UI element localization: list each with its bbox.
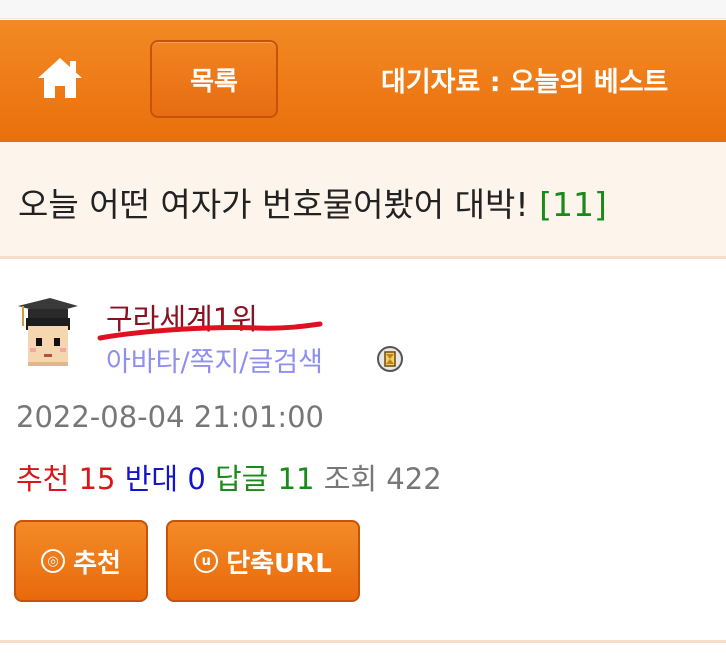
queue-link[interactable]: 대기자료 : 오늘의 베스트 [381,60,668,99]
recommend-label: 추천 [16,462,70,496]
top-navbar: 목록 대기자료 : 오늘의 베스트 [0,20,726,142]
list-button[interactable]: 목록 [150,40,278,118]
view-count: 422 [386,462,442,496]
section-divider [0,640,726,643]
recommend-circle-icon: ◎ [41,549,66,573]
reply-label: 답글 [214,462,269,496]
comment-count[interactable]: [11] [539,185,607,224]
post-date: 2022-08-04 21:01:00 [16,400,324,434]
post-title-bar: 오늘 어떤 여자가 번호물어봤어 대박! [11] [0,142,726,259]
list-button-label: 목록 [190,66,238,97]
recommend-button-label: 추천 [73,548,121,579]
view-label: 조회 [323,462,378,496]
author-links[interactable]: 아바타/쪽지/글검색 [106,340,323,379]
graduate-avatar-icon[interactable] [16,296,80,372]
short-url-button[interactable]: u 단축URL [166,520,360,602]
top-strip [0,0,726,19]
recommend-button[interactable]: ◎ 추천 [14,520,148,602]
short-url-button-label: 단축URL [226,548,332,579]
hourglass-badge-icon [375,344,405,374]
oppose-label: 반대 [124,462,179,496]
home-button[interactable] [32,50,88,106]
url-circle-icon: u [194,549,219,573]
oppose-count: 0 [187,462,206,496]
page: 목록 대기자료 : 오늘의 베스트 오늘 어떤 여자가 번호물어봤어 대박! [… [0,0,726,658]
post-stats: 추천 15 반대 0 답글 11 조회 422 [16,456,442,498]
post-title: 오늘 어떤 여자가 번호물어봤어 대박! [11] [18,178,607,226]
reply-count: 11 [277,462,315,496]
recommend-count: 15 [78,462,116,496]
home-icon [38,58,82,98]
post-title-text: 오늘 어떤 여자가 번호물어봤어 대박! [18,185,529,224]
